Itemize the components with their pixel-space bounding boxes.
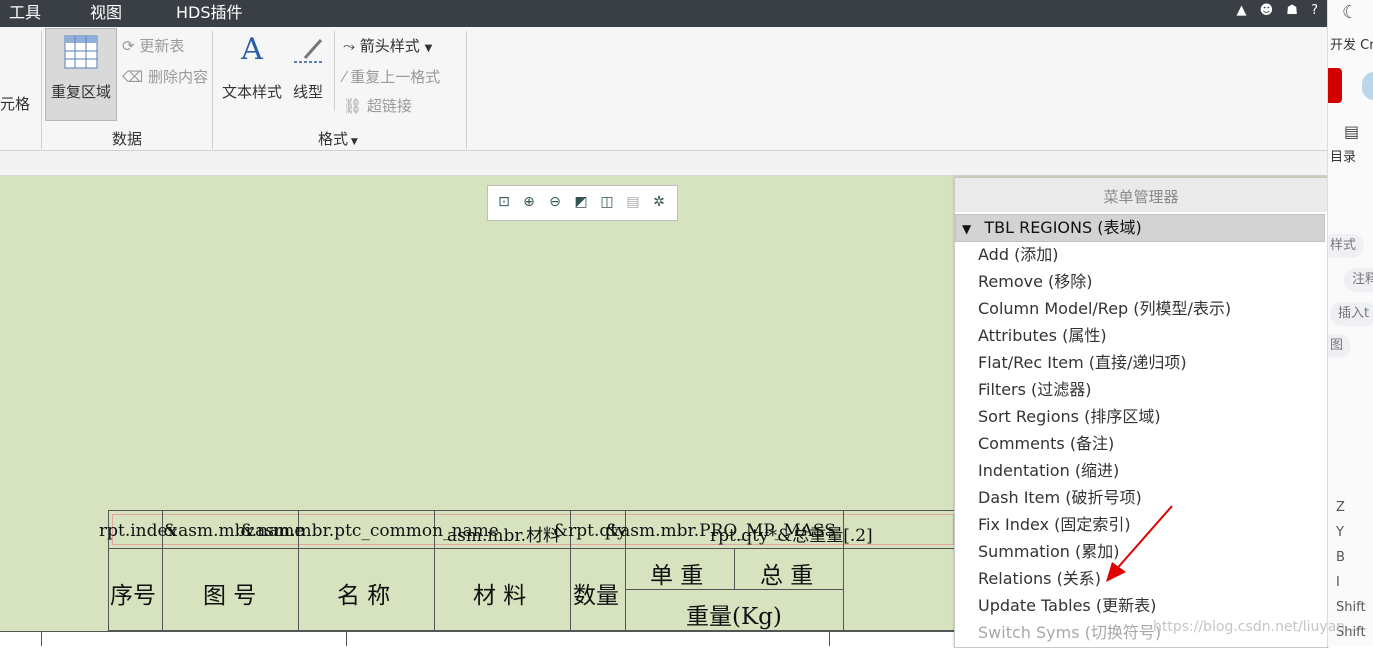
ribbon: 元格 重复区域 ⟳ 更新表 ⌫ 删除内容 数据 A 文本样式 线型 ⤳ 箭头样式… [0, 27, 1327, 151]
ribbon-separator [41, 31, 42, 149]
avatar[interactable] [1362, 72, 1373, 100]
style-pill[interactable]: 样式 [1328, 234, 1365, 258]
red-badge[interactable] [1328, 68, 1342, 103]
shortcut-y: Y [1336, 525, 1344, 540]
browser-side-panel: ☾ 开发 Cre ▤ 目录 样式 注释 插入t 图 Z Y B I Shift … [1327, 0, 1373, 646]
header-index: 序号 [110, 583, 156, 609]
update-table-button: ⟳ 更新表 [122, 37, 185, 55]
text-style-icon: A [241, 32, 263, 67]
param-material: asm.mbr.材料 [447, 526, 561, 546]
menu-item[interactable]: Summation (累加) [978, 538, 1120, 565]
toc-label[interactable]: 目录 [1330, 146, 1356, 165]
menu-tools[interactable]: 工具 [9, 0, 41, 27]
shortcut-i: I [1336, 575, 1340, 590]
refit-icon[interactable]: ⊡ [495, 193, 513, 211]
menu-item[interactable]: Switch Syms (切换符号) [978, 619, 1161, 646]
cell-button-label[interactable]: 元格 [0, 93, 30, 114]
drawing-border [0, 631, 954, 647]
moon-icon[interactable]: ☾ [1342, 2, 1358, 23]
text-style-button[interactable]: A 文本样式 [218, 28, 286, 119]
refresh-icon: ⟳ [122, 37, 135, 55]
menu-item[interactable]: Column Model/Rep (列模型/表示) [978, 295, 1231, 322]
menu-hds-plugin[interactable]: HDS插件 [176, 0, 243, 27]
figure-pill[interactable]: 图 [1328, 334, 1352, 358]
ribbon-separator [334, 31, 335, 111]
table-line [734, 548, 735, 590]
repeat-last-format-button: ⁄ 重复上一格式 [343, 68, 441, 86]
menu-item[interactable]: Remove (移除) [978, 268, 1093, 295]
display-style-icon[interactable]: ◫ [598, 193, 616, 211]
header-weight-kg: 重量(Kg) [686, 604, 782, 630]
datum-display-icon[interactable]: ✲ [650, 193, 668, 211]
table-line [346, 631, 347, 646]
user-icon[interactable]: ☻ [1260, 3, 1274, 18]
dev-label[interactable]: 开发 Cre [1330, 34, 1373, 53]
menu-item[interactable]: Attributes (属性) [978, 322, 1107, 349]
header-qty: 数量 [573, 583, 619, 609]
table-line [108, 548, 954, 549]
param-total-weight: rpt.qty*&总重量[.2] [710, 526, 873, 546]
repeat-region-label: 重复区域 [50, 83, 111, 101]
table-line [108, 510, 954, 511]
table-grid-icon [64, 35, 98, 69]
arrow-style-button[interactable]: ⤳ 箭头样式 ▼ [343, 35, 432, 56]
table-line [41, 631, 42, 646]
graphics-header-bar [0, 151, 1327, 176]
eraser-icon: ⌫ [122, 68, 144, 86]
menu-item[interactable]: Sort Regions (排序区域) [978, 403, 1161, 430]
header-material: 材 料 [473, 583, 527, 609]
watermark: https://blog.csdn.net/liuyan... [1153, 619, 1359, 635]
header-total-weight: 总 重 [760, 563, 814, 589]
menu-item[interactable]: Update Tables (更新表) [978, 592, 1156, 619]
header-name: 名 称 [337, 583, 391, 609]
red-arrow-annotation [1106, 505, 1173, 582]
chevron-down-icon: ▼ [348, 137, 358, 147]
menu-manager-title: 菜单管理器 [955, 178, 1327, 212]
repeat-region-button[interactable]: 重复区域 [45, 28, 117, 121]
menu-item[interactable]: Filters (过滤器) [978, 376, 1092, 403]
collapse-ribbon-icon[interactable]: ▲ [1236, 3, 1246, 18]
menu-item[interactable]: Relations (关系) [978, 565, 1101, 592]
menu-item[interactable]: Comments (备注) [978, 430, 1114, 457]
pencil-line-icon [294, 39, 323, 63]
menu-item[interactable]: Indentation (缩进) [978, 457, 1119, 484]
shortcut-z: Z [1336, 500, 1345, 515]
format-painter-icon: ⁄ [343, 68, 346, 86]
hyperlink-button: ⛓ 超链接 [343, 97, 412, 115]
shortcut-shift: Shift [1336, 600, 1366, 615]
group-format-label[interactable]: 格式 ▼ [318, 128, 358, 149]
annotation-pill[interactable]: 注释 [1344, 268, 1373, 292]
header-code: 图 号 [203, 583, 257, 609]
shortcut-b: B [1336, 550, 1345, 565]
text-style-label: 文本样式 [221, 83, 282, 101]
help-icon[interactable]: ? [1311, 3, 1318, 18]
line-style-button[interactable]: 线型 [288, 28, 328, 119]
graphics-view-toolbar: ⊡ ⊕ ⊖ ◩ ◫ ▤ ✲ [487, 185, 678, 221]
menu-item[interactable]: Flat/Rec Item (直接/递归项) [978, 349, 1187, 376]
menu-view[interactable]: 视图 [90, 0, 122, 27]
link-icon: ⛓ [343, 97, 363, 115]
tbl-regions-section[interactable]: ▼ TBL REGIONS (表域) [955, 214, 1325, 242]
header-unit-weight: 单 重 [650, 563, 704, 589]
document-icon[interactable]: ▤ [1344, 122, 1359, 141]
sheet-icon[interactable]: ▤ [624, 193, 642, 211]
insert-pill[interactable]: 插入t [1330, 302, 1373, 326]
menubar-right-icons: ▲ ☻ ☗ ? [1236, 0, 1327, 27]
chevron-down-icon: ▼ [424, 43, 433, 54]
learning-icon[interactable]: ☗ [1286, 3, 1298, 18]
zoom-out-icon[interactable]: ⊖ [546, 193, 564, 211]
arrow-style-icon: ⤳ [343, 37, 356, 55]
triangle-down-icon: ▼ [962, 222, 972, 236]
menubar: 工具 视图 HDS插件 ▲ ☻ ☗ ? [0, 0, 1327, 27]
zoom-in-icon[interactable]: ⊕ [520, 193, 538, 211]
table-line [829, 631, 830, 646]
line-style-label: 线型 [292, 83, 323, 101]
delete-content-button: ⌫ 删除内容 [122, 68, 209, 86]
ribbon-separator [466, 31, 467, 149]
group-data-label: 数据 [112, 130, 143, 148]
ribbon-separator [212, 31, 213, 149]
menu-item[interactable]: Add (添加) [978, 241, 1059, 268]
repaint-icon[interactable]: ◩ [572, 193, 590, 211]
